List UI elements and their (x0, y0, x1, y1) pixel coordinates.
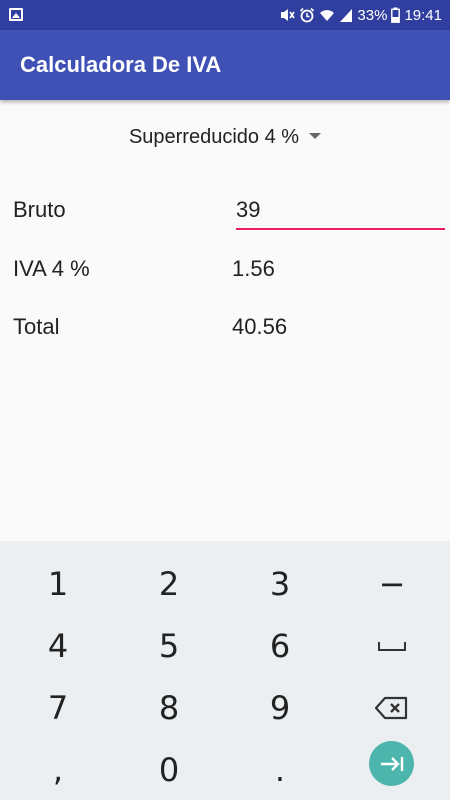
key-backspace[interactable] (336, 678, 448, 738)
key-space[interactable] (336, 616, 448, 676)
bruto-label: Bruto (13, 197, 66, 222)
key-5[interactable]: 5 (113, 616, 225, 676)
rate-spinner-value: Superreducido 4 % (128, 126, 300, 148)
bruto-input[interactable]: 39 (236, 194, 445, 230)
key-8[interactable]: 8 (113, 678, 225, 738)
total-label: Total (13, 314, 60, 339)
signal-icon (340, 9, 353, 22)
iva-label: IVA 4 % (13, 256, 90, 281)
total-value: 40.56 (232, 314, 288, 339)
key-0[interactable]: 0 (113, 740, 225, 800)
key-6[interactable]: 6 (224, 616, 336, 676)
key-period[interactable]: . (224, 740, 336, 800)
space-icon (378, 642, 406, 651)
key-1[interactable]: 1 (2, 554, 114, 614)
clock: 19:41 (404, 6, 442, 24)
battery-percent: 33% (357, 6, 388, 24)
dropdown-arrow-icon (309, 132, 322, 139)
numeric-keyboard: 1 2 3 − 4 5 6 7 8 9 , 0 . (0, 541, 450, 800)
wifi-icon (320, 10, 335, 21)
go-button[interactable] (369, 741, 414, 786)
alarm-icon (300, 7, 315, 23)
mute-icon (281, 9, 296, 21)
status-bar: 33% 19:41 (0, 0, 450, 30)
bruto-input-value: 39 (236, 197, 261, 222)
key-4[interactable]: 4 (2, 616, 114, 676)
key-2[interactable]: 2 (113, 554, 225, 614)
key-3[interactable]: 3 (224, 554, 336, 614)
status-icons: 33% 19:41 (279, 0, 442, 30)
backspace-icon (375, 696, 408, 720)
key-comma[interactable]: , (2, 740, 114, 800)
key-minus[interactable]: − (336, 554, 448, 614)
rate-spinner[interactable]: Superreducido 4 % (0, 126, 450, 149)
battery-icon (391, 7, 401, 23)
key-9[interactable]: 9 (224, 678, 336, 738)
gallery-icon (9, 8, 23, 21)
app-bar: Calculadora De IVA (0, 30, 450, 100)
key-7[interactable]: 7 (2, 678, 114, 738)
next-arrow-icon (380, 756, 403, 771)
app-title: Calculadora De IVA (20, 52, 222, 77)
iva-value: 1.56 (232, 256, 275, 281)
